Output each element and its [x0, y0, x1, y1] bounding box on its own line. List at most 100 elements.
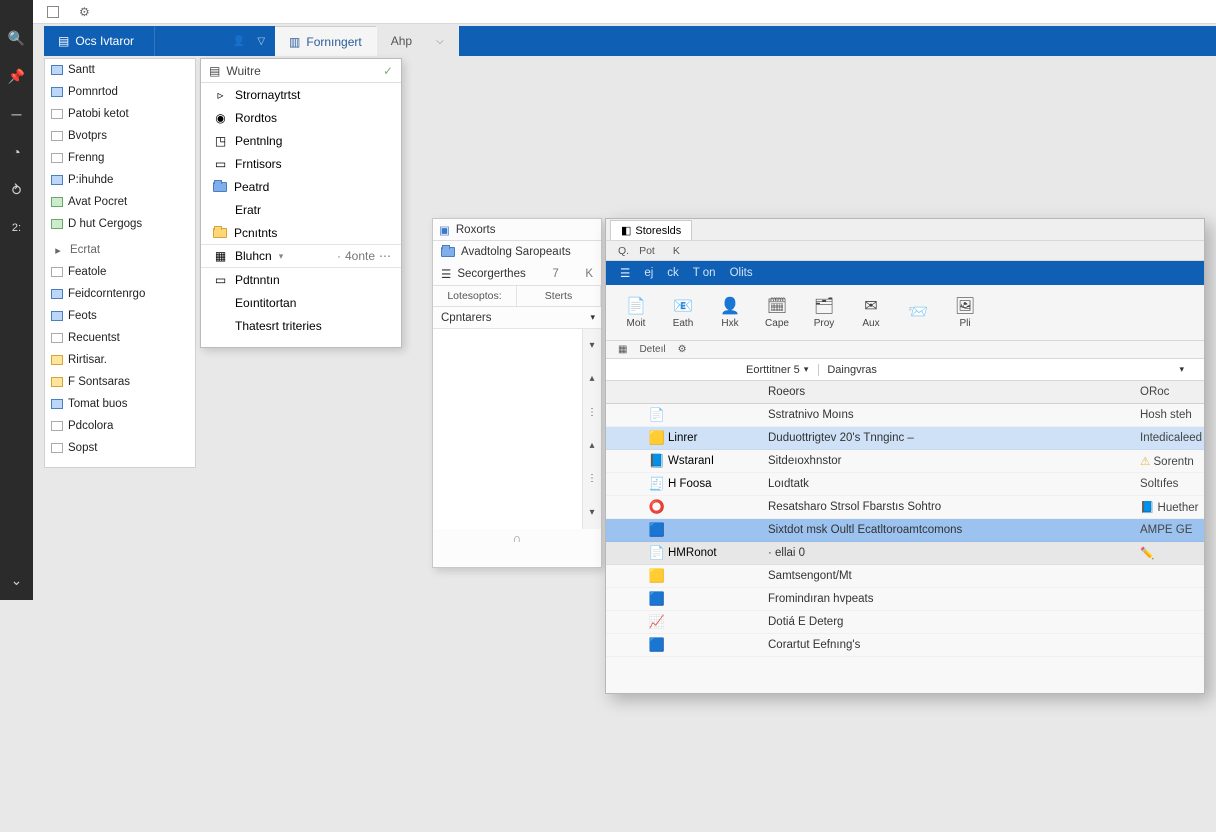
tree-item[interactable]: Avat Pocret: [45, 191, 195, 213]
list-row[interactable]: 📄Sstratnivo MoınsHosh steh: [606, 404, 1204, 427]
toolbar-button[interactable]: 🗂Proy: [802, 289, 846, 337]
list-row[interactable]: 📈Dotiá E Deterg: [606, 611, 1204, 634]
chevron-down-icon[interactable]: ⌄: [9, 572, 25, 588]
menu-icon[interactable]: ☰: [620, 266, 630, 280]
scroll-up-icon[interactable]: ▴: [589, 373, 594, 384]
tree-item[interactable]: Featole: [45, 261, 195, 283]
tree-item[interactable]: Pomnrtod: [45, 81, 195, 103]
toolbar-button[interactable]: 🗓Cape: [755, 289, 799, 337]
col-header[interactable]: ORoc: [1140, 386, 1204, 398]
toolbar-button[interactable]: 🖼Pli: [943, 289, 987, 337]
square-icon: [51, 333, 63, 343]
ribbon-tab-main[interactable]: ▤ Ocs Ivtaror: [44, 26, 155, 56]
pin-icon[interactable]: 📌: [9, 68, 25, 84]
subbar-c[interactable]: K: [673, 245, 680, 257]
palette-row[interactable]: Avadtolng Saropeaıts: [433, 241, 601, 263]
window-tab[interactable]: ◧ Storeslds: [610, 220, 692, 240]
breadcrumb-seg[interactable]: Daingvras: [818, 364, 877, 376]
tree-item[interactable]: F Sontsaras: [45, 371, 195, 393]
tree-item[interactable]: Sopst: [45, 437, 195, 459]
ribbon-tab-light[interactable]: ▥ Fornıngert: [275, 26, 377, 56]
grid-icon[interactable]: ▦: [618, 344, 627, 355]
tree-item[interactable]: Patobi ketot: [45, 103, 195, 125]
row-icon: 🧾: [646, 476, 668, 492]
palette-tab-2[interactable]: Sterts: [517, 286, 601, 306]
scroll-grip-icon[interactable]: ⋮: [587, 407, 597, 418]
scroll-up-icon[interactable]: ▴: [589, 440, 594, 451]
gear-icon[interactable]: ⚙: [678, 344, 687, 355]
toolbar-button[interactable]: ✉Aux: [849, 289, 893, 337]
list-row[interactable]: 🧾H FoosaLoıdtatkSoltıfes: [606, 473, 1204, 496]
subbar-a[interactable]: Q.: [618, 245, 629, 257]
subbar-b[interactable]: Pot: [639, 245, 655, 257]
chart-icon[interactable]: ⥁: [9, 182, 25, 198]
palette-search-row[interactable]: ☰ Secorgerthes 7 K: [433, 263, 601, 285]
folder-icon: [213, 228, 227, 238]
list-row[interactable]: ⭕Resatsharo Strsol Fbarstıs Sohtro📘 Huet…: [606, 496, 1204, 519]
row-col3: Soltıfes: [1140, 478, 1204, 490]
dropdown-item[interactable]: Thatesrt triteries: [201, 314, 401, 337]
tree-item[interactable]: Recuentst: [45, 327, 195, 349]
tree-item[interactable]: Feidcorntenrgo: [45, 283, 195, 305]
palette-tab-1[interactable]: Lotesoptos:: [433, 286, 517, 306]
menu-item[interactable]: T on: [693, 267, 716, 279]
list-row[interactable]: 🟦Sixtdot msk Oultl EcatltoroamtcomonsAMP…: [606, 519, 1204, 542]
menu-item[interactable]: ej: [644, 267, 653, 279]
menu-item[interactable]: ck: [667, 267, 679, 279]
scroll-grip-icon[interactable]: ⋮: [587, 473, 597, 484]
list-row[interactable]: 📘WstaranİSitdeıoxhnstor⚠ Sorentn: [606, 450, 1204, 473]
dropdown-item[interactable]: Eratr: [201, 198, 401, 221]
list-row[interactable]: 🟨Samtsengont/Mt: [606, 565, 1204, 588]
breadcrumb-seg[interactable]: Eorttitner 5 ▾: [746, 364, 808, 376]
toolbar-button[interactable]: 📨: [896, 289, 940, 337]
tree-item[interactable]: Tomat buos: [45, 393, 195, 415]
dropdown-item[interactable]: ◳Pentnlng: [201, 129, 401, 152]
list-row[interactable]: 🟦Fromindıran hvpeats: [606, 588, 1204, 611]
person-icon[interactable]: 👤: [233, 36, 245, 47]
palette-scrollbar[interactable]: ▾ ▴ ⋮ ▴ ⋮ ▾: [583, 329, 601, 529]
handle-icon[interactable]: ∩: [513, 533, 521, 545]
toolbar-button[interactable]: 👤Hxk: [708, 289, 752, 337]
dropdown-split-left: Bluhcn: [235, 249, 272, 263]
scroll-down-icon[interactable]: ▾: [589, 507, 594, 518]
clock-icon[interactable]: ◔: [9, 144, 25, 160]
search-icon[interactable]: 🔍: [9, 30, 25, 46]
check-icon[interactable]: ✓: [383, 64, 393, 78]
list-row[interactable]: 📄HMRonot· ellai 0✏️: [606, 542, 1204, 565]
menu-item[interactable]: Olits: [730, 267, 753, 279]
chevron-down-icon[interactable]: ▾: [1179, 364, 1184, 375]
tree-item-label: Feidcorntenrgo: [68, 288, 145, 300]
toolbar-button[interactable]: 📄Moit: [614, 289, 658, 337]
palette-canvas[interactable]: [433, 329, 583, 529]
tree-item[interactable]: Frenng: [45, 147, 195, 169]
gear-icon[interactable]: ⚙: [79, 5, 90, 19]
dropdown-split[interactable]: ▦ Bluhcn ▾ · 4onte ⋯: [201, 244, 401, 267]
tree-item[interactable]: Rirtisar.: [45, 349, 195, 371]
tree-item[interactable]: D hut Cergogs: [45, 213, 195, 235]
dropdown-item[interactable]: ◉Rordtos: [201, 106, 401, 129]
dropdown-item[interactable]: ▭Pdtnntın: [201, 268, 401, 291]
chevron-down-icon: ▾: [279, 251, 284, 262]
palette-row-containers[interactable]: Cpntarers ▾: [433, 307, 601, 329]
palette-search-count: 7: [552, 268, 558, 280]
dropdown-item[interactable]: ▹Strornaytrtst: [201, 83, 401, 106]
dropdown-item[interactable]: Eoıntitortan: [201, 291, 401, 314]
col-header[interactable]: Roeors: [768, 386, 1140, 398]
dropdown-item[interactable]: Pcnıtnts: [201, 221, 401, 244]
tree-item[interactable]: Feots: [45, 305, 195, 327]
tree-item[interactable]: Bvotprs: [45, 125, 195, 147]
toolbar-button[interactable]: 📧Eath: [661, 289, 705, 337]
ribbon-tab-app[interactable]: Ahp ⌵: [377, 26, 459, 56]
list-row[interactable]: 🟦Corartut Eefnıng's: [606, 634, 1204, 657]
detail-label[interactable]: Deteıl: [639, 344, 665, 355]
scroll-down-icon[interactable]: ▾: [589, 340, 594, 351]
filter-icon[interactable]: ▽: [257, 36, 265, 47]
list-row[interactable]: 🟨LinrerDuduottrigtev 20's Tnnginc –Inted…: [606, 427, 1204, 450]
tree-item[interactable]: Santt: [45, 59, 195, 81]
tree-item[interactable]: Pdcolora: [45, 415, 195, 437]
dropdown-item[interactable]: ▭Frntisors: [201, 152, 401, 175]
tree-item[interactable]: P:ihuhde: [45, 169, 195, 191]
dropdown-item[interactable]: Peatrd: [201, 175, 401, 198]
doc-icon: ▤: [58, 34, 69, 48]
dropdown-item-label: Pcnıtnts: [234, 226, 277, 240]
